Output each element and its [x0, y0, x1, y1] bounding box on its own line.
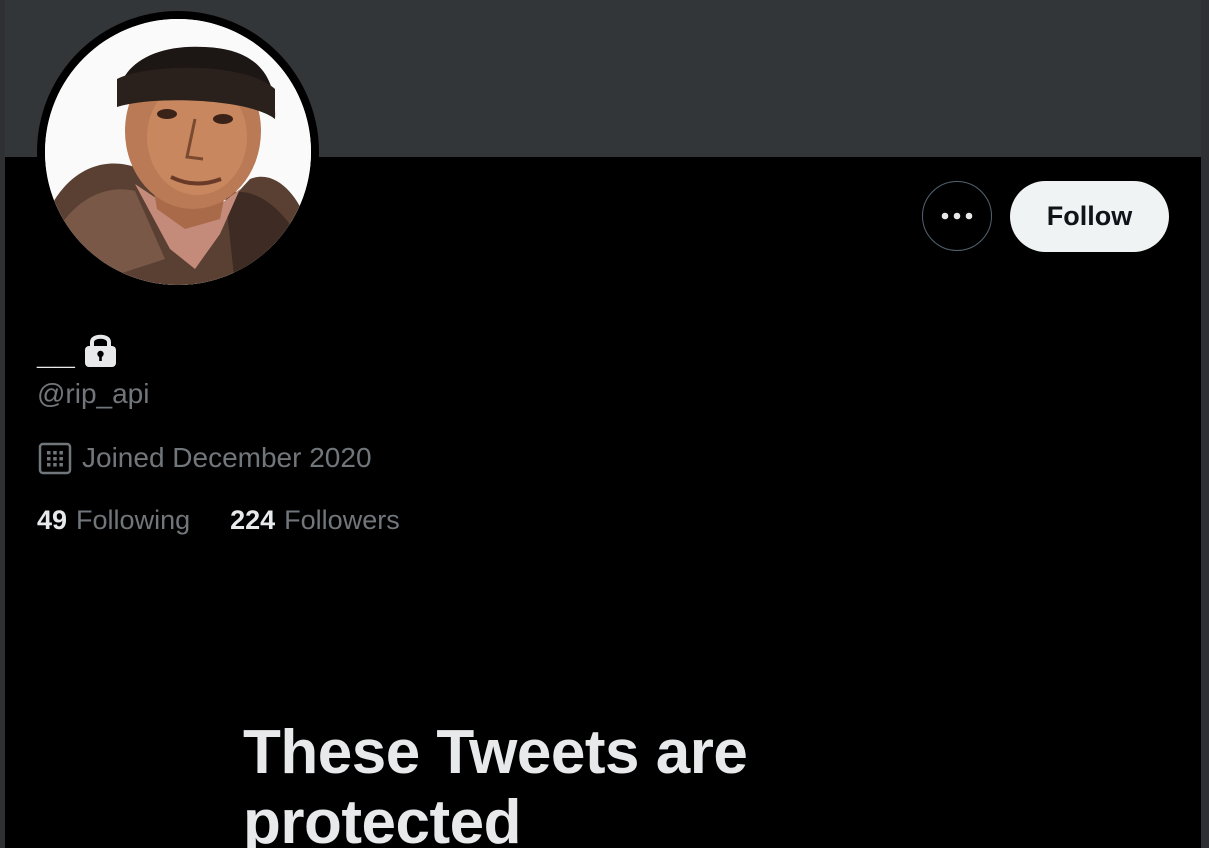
- more-options-button[interactable]: [922, 181, 992, 251]
- followers-link[interactable]: 224 Followers: [230, 503, 400, 537]
- followers-count: 224: [230, 505, 276, 535]
- joined-date-row: Joined December 2020: [38, 440, 372, 476]
- display-name: __: [37, 330, 75, 372]
- avatar-photo: [45, 19, 311, 285]
- following-label: Following: [76, 505, 191, 535]
- follow-button[interactable]: Follow: [1010, 181, 1169, 252]
- joined-date-text: Joined December 2020: [82, 442, 372, 473]
- window-edge-right: [1201, 0, 1209, 848]
- calendar-icon: [38, 442, 72, 475]
- lock-icon: [85, 334, 116, 367]
- followers-label: Followers: [284, 505, 400, 535]
- follow-stats: 49 Following 224 Followers: [37, 503, 400, 537]
- ellipsis-icon: [941, 212, 973, 220]
- profile-page: Follow __ @rip_api Joined December 2020: [0, 0, 1209, 848]
- profile-handle: @rip_api: [37, 378, 150, 409]
- following-link[interactable]: 49 Following: [37, 503, 190, 537]
- protected-tweets-heading: These Tweets are protected: [243, 718, 748, 848]
- display-name-text: __: [37, 334, 75, 372]
- following-count: 49: [37, 505, 68, 535]
- avatar[interactable]: [45, 19, 311, 285]
